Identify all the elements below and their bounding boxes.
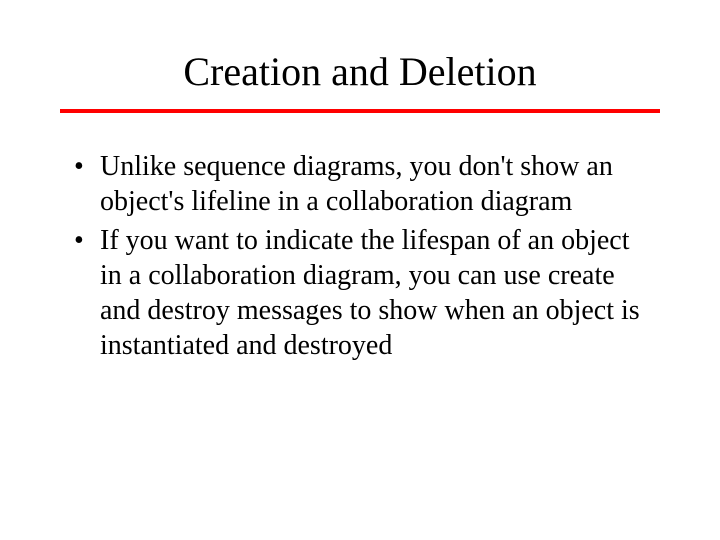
- slide-title: Creation and Deletion: [60, 0, 660, 95]
- list-item: Unlike sequence diagrams, you don't show…: [72, 149, 648, 219]
- bullet-list: Unlike sequence diagrams, you don't show…: [72, 149, 648, 363]
- title-underline: [60, 109, 660, 113]
- slide-content: Unlike sequence diagrams, you don't show…: [72, 149, 648, 363]
- slide: Creation and Deletion Unlike sequence di…: [0, 0, 720, 540]
- list-item: If you want to indicate the lifespan of …: [72, 223, 648, 363]
